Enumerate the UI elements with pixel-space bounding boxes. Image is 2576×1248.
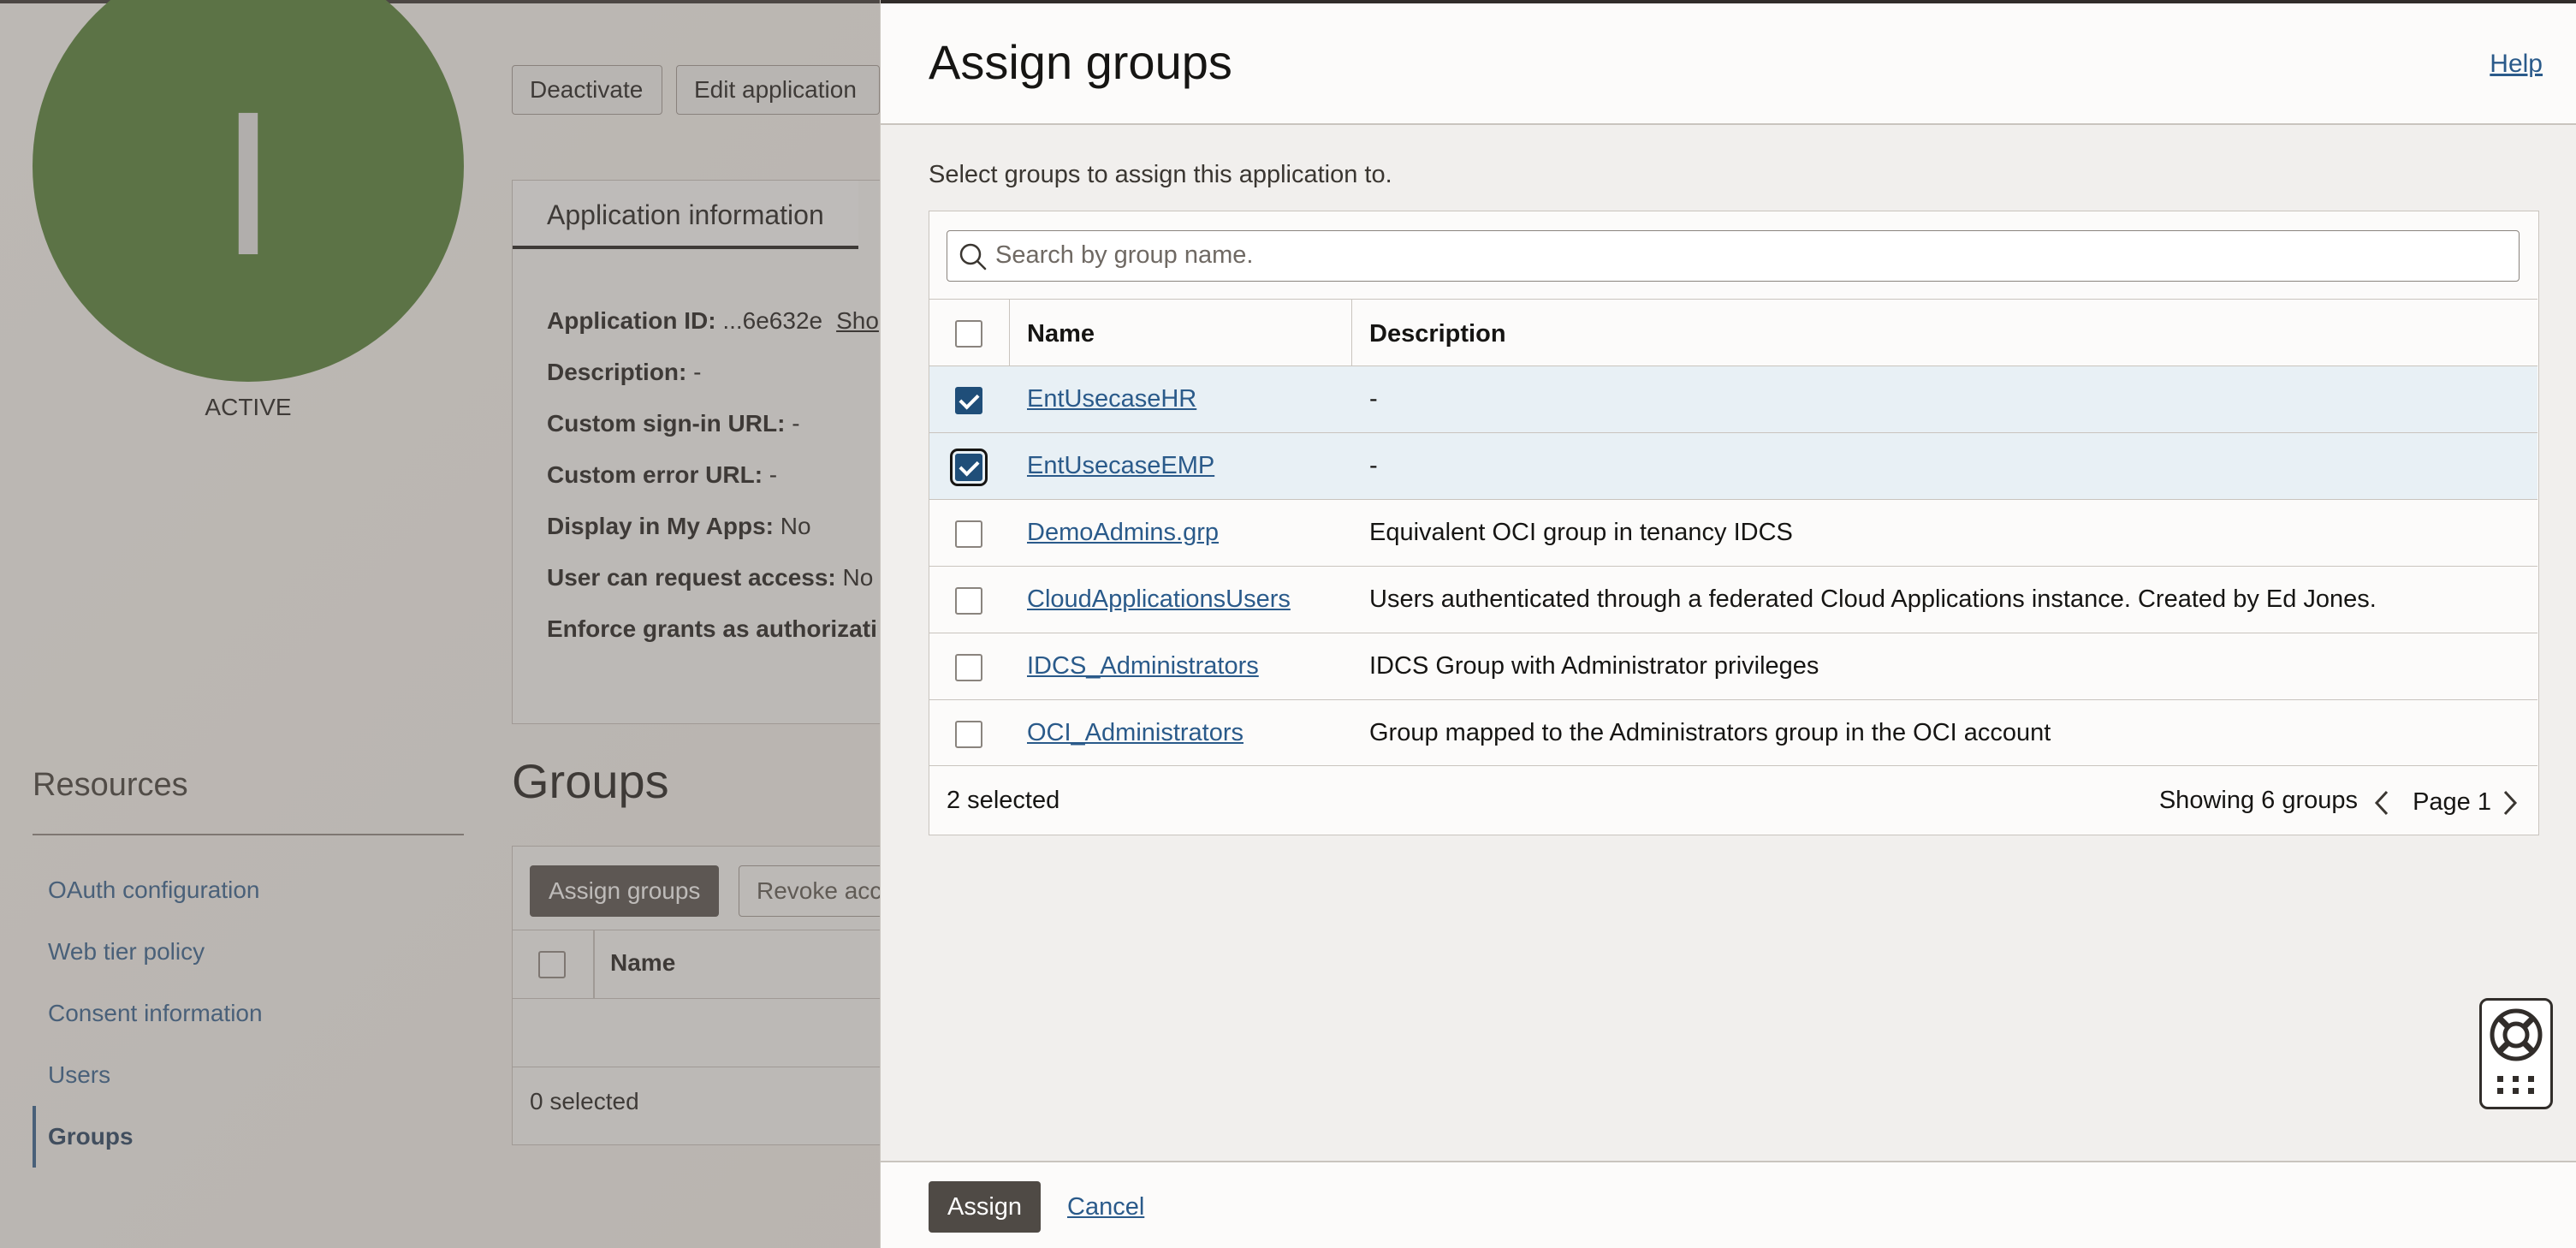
assign-groups-drawer: Assign groups Help Select groups to assi… [880,0,2576,1248]
help-widget[interactable] [2479,998,2553,1109]
group-description: IDCS Group with Administrator privileges [1369,652,1819,680]
table-header-row: Name Description [929,299,2537,365]
table-row[interactable]: EntUsecaseHR - [929,365,2537,432]
row-checkbox[interactable] [955,721,982,748]
drawer-title: Assign groups [929,35,1232,89]
table-row[interactable]: EntUsecaseEMP - [929,432,2537,499]
group-description: - [1369,385,1378,413]
table-row[interactable]: OCI_Administrators Group mapped to the A… [929,699,2537,766]
group-name-link[interactable]: EntUsecaseEMP [1027,452,1214,480]
groups-grid: Name Description EntUsecaseHR - EntUseca… [929,211,2539,835]
row-checkbox[interactable] [955,587,982,615]
group-name-link[interactable]: CloudApplicationsUsers [1027,585,1291,614]
search-input[interactable] [995,231,2510,280]
selected-count: 2 selected [947,787,1060,814]
group-description: - [1369,452,1378,479]
drawer-footer: Assign Cancel [881,1161,2576,1248]
select-all-checkbox[interactable] [955,320,982,348]
help-link[interactable]: Help [2490,50,2543,79]
group-name-link[interactable]: IDCS_Administrators [1027,652,1259,680]
row-checkbox[interactable] [950,449,988,486]
group-description: Equivalent OCI group in tenancy IDCS [1369,519,1793,546]
name-column-header[interactable]: Name [1027,320,1095,348]
description-column-header[interactable]: Description [1369,320,1506,348]
search-icon [959,243,987,270]
groups-table: Name Description EntUsecaseHR - EntUseca… [929,299,2537,766]
page-indicator: Page 1 [2413,788,2491,816]
grid-footer: 2 selected Showing 6 groups Page 1 [929,766,2537,835]
search-box[interactable] [947,230,2520,282]
group-name-link[interactable]: DemoAdmins.grp [1027,519,1219,547]
row-checkbox[interactable] [955,387,982,414]
drawer-description: Select groups to assign this application… [929,161,1392,188]
group-description: Users authenticated through a federated … [1369,585,2377,613]
row-checkbox[interactable] [955,654,982,681]
chevron-right-icon[interactable] [2500,788,2520,817]
chevron-left-icon[interactable] [2371,788,2392,817]
group-name-link[interactable]: EntUsecaseHR [1027,385,1196,413]
assign-button[interactable]: Assign [929,1181,1042,1233]
showing-count: Showing 6 groups [2158,787,2358,814]
group-name-link[interactable]: OCI_Administrators [1027,719,1243,747]
table-row[interactable]: DemoAdmins.grp Equivalent OCI group in t… [929,499,2537,566]
apps-grid-icon [2497,1076,2534,1094]
table-row[interactable]: CloudApplicationsUsers Users authenticat… [929,566,2537,633]
cancel-link[interactable]: Cancel [1067,1193,1144,1221]
table-row[interactable]: IDCS_Administrators IDCS Group with Admi… [929,633,2537,699]
lifebuoy-icon [2490,1008,2543,1094]
modal-overlay[interactable] [0,0,880,1248]
group-description: Group mapped to the Administrators group… [1369,719,2051,746]
drawer-header: Assign groups Help [881,3,2576,125]
row-checkbox[interactable] [955,520,982,548]
